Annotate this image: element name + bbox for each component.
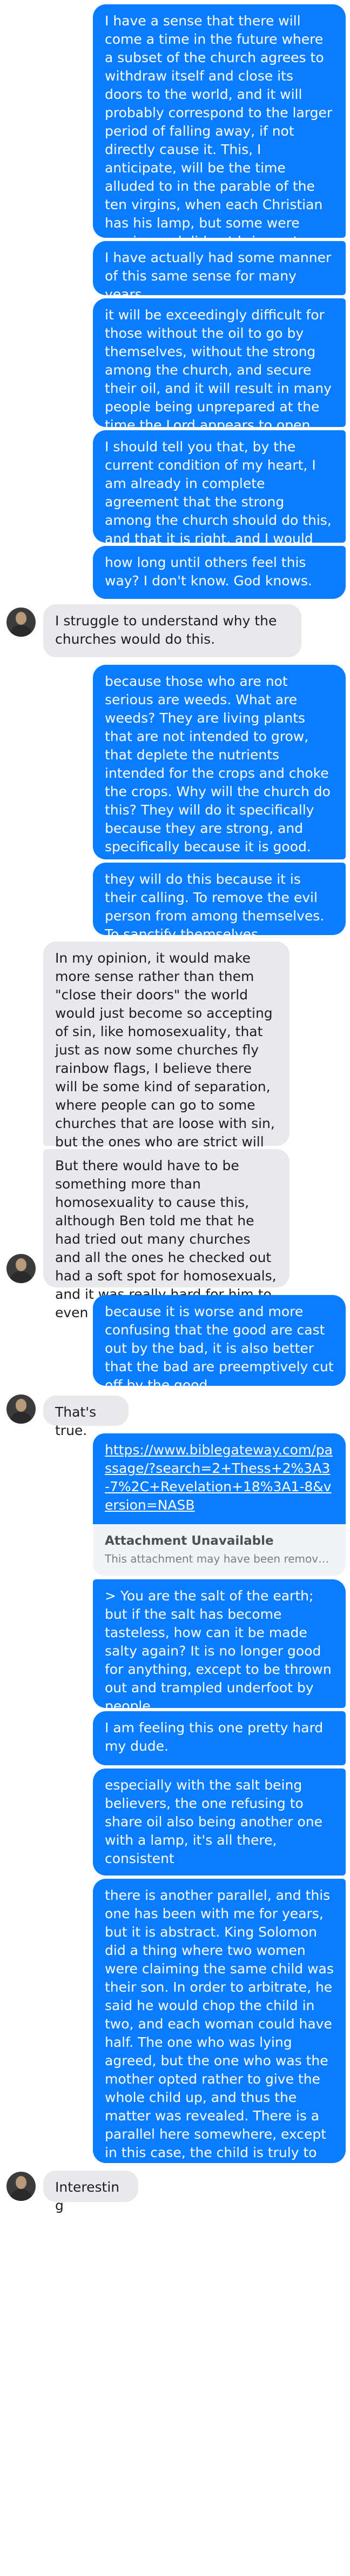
message-bubble-incoming[interactable]: Interesting <box>43 2171 138 2213</box>
avatar-face <box>16 612 26 625</box>
contact-avatar[interactable] <box>6 2172 36 2201</box>
avatar-shoulders <box>10 625 32 637</box>
message-bubble-outgoing[interactable]: I have a sense that there will come a ti… <box>93 4 346 323</box>
message-bubble-outgoing[interactable]: because it is worse and more confusing t… <box>93 1295 346 1393</box>
message-bubble-incoming[interactable]: That's true. <box>43 1396 129 1438</box>
message-bubble-outgoing[interactable]: I am feeling this one pretty hard my dud… <box>93 1711 346 1765</box>
message-bubble-incoming[interactable]: In my opinion, it would make more sense … <box>43 942 290 1186</box>
avatar-shoulders <box>10 2189 32 2201</box>
message-bubble-outgoing[interactable]: because those who are not serious are we… <box>93 665 346 859</box>
avatar-face <box>16 1258 26 1271</box>
avatar-shoulders <box>10 1271 32 1283</box>
avatar-shoulders <box>10 1412 32 1424</box>
message-bubble-outgoing[interactable]: I should tell you that, by the current c… <box>93 430 346 583</box>
contact-avatar[interactable] <box>6 1254 36 1283</box>
contact-avatar[interactable] <box>6 608 36 637</box>
avatar-face <box>16 2176 26 2189</box>
message-bubble-outgoing[interactable]: there is another parallel, and this one … <box>93 1879 346 2179</box>
message-bubble-incoming[interactable]: But there would have to be something mor… <box>43 1149 290 1320</box>
message-bubble-outgoing[interactable]: it will be exceedingly difficult for tho… <box>93 298 346 451</box>
message-bubble-outgoing[interactable]: I have actually had some manner of this … <box>93 241 346 302</box>
message-bubble-outgoing[interactable]: especially with the salt being believers… <box>93 1769 346 1876</box>
attachment-title: Attachment Unavailable <box>105 1534 274 1548</box>
message-bubble-outgoing[interactable]: > You are the salt of the earth; but if … <box>93 1579 346 1714</box>
message-thread: I have a sense that there will come a ti… <box>0 0 350 2576</box>
message-bubble-incoming[interactable]: I struggle to understand why the churche… <box>43 604 301 657</box>
attachment-description: This attachment may have been removed or… <box>105 1552 346 1565</box>
attachment-link[interactable]: https://www.biblegateway.com/passage/?se… <box>93 1433 346 1524</box>
message-bubble-outgoing[interactable]: they will do this because it is their ca… <box>93 863 346 942</box>
message-bubble-outgoing[interactable]: how long until others feel this way? I d… <box>93 546 346 599</box>
contact-avatar[interactable] <box>6 1394 36 1424</box>
avatar-face <box>16 1399 26 1412</box>
shared-link-attachment[interactable]: https://www.biblegateway.com/passage/?se… <box>93 1433 346 1576</box>
